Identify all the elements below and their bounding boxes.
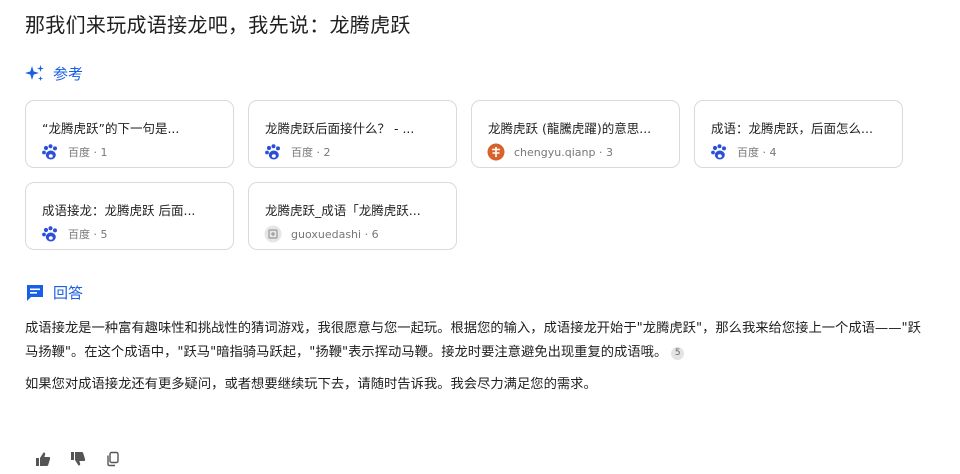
sparkle-icon <box>25 64 45 84</box>
baidu-paw-icon <box>264 143 282 161</box>
reference-source: chengyu.qianp · 3 <box>514 145 613 159</box>
reference-title: 成语：龙腾虎跃，后面怎么... <box>711 121 873 136</box>
reference-title: 龙腾虎跃后面接什么？ - ... <box>265 121 415 136</box>
reference-source: 百度 · 2 <box>291 146 331 159</box>
reference-card-1[interactable]: “龙腾虎跃”的下一句是... 百度 · 1 <box>25 100 234 168</box>
copy-icon[interactable] <box>105 451 121 467</box>
references-title: 参考 <box>53 65 84 83</box>
answer-actions <box>35 451 121 467</box>
answer-chat-icon <box>25 283 45 303</box>
answer-header: 回答 <box>25 282 83 303</box>
reference-title: 龙腾虎跃 (龍騰虎躍)的意思... <box>488 121 652 136</box>
baidu-paw-icon <box>710 143 728 161</box>
baidu-paw-icon <box>41 143 59 161</box>
qianp-logo-icon <box>487 143 505 161</box>
baidu-paw-icon <box>41 225 59 243</box>
thumbs-down-icon[interactable] <box>70 451 86 467</box>
user-question: 那我们来玩成语接龙吧，我先说：龙腾虎跃 <box>25 13 411 37</box>
reference-source: 百度 · 4 <box>737 146 777 159</box>
guoxuedashi-logo-icon <box>264 225 282 243</box>
citation-badge[interactable]: 5 <box>671 346 685 360</box>
reference-title: “龙腾虎跃”的下一句是... <box>42 121 180 136</box>
chat-answer-page: 那我们来玩成语接龙吧，我先说：龙腾虎跃 参考 “龙腾虎跃”的下一句是... 百度… <box>0 0 960 474</box>
answer-paragraph-1: 成语接龙是一种富有趣味性和挑战性的猜词游戏，我很愿意与您一起玩。根据您的输入，成… <box>25 321 921 360</box>
answer-paragraph-2: 如果您对成语接龙还有更多疑问，或者想要继续玩下去，请随时告诉我。我会尽力满足您的… <box>25 377 597 392</box>
reference-source: guoxuedashi · 6 <box>291 227 379 241</box>
reference-card-3[interactable]: 龙腾虎跃 (龍騰虎躍)的意思... chengyu.qianp · 3 <box>471 100 680 168</box>
reference-title: 龙腾虎跃_成语「龙腾虎跃... <box>265 203 421 218</box>
reference-source: 百度 · 1 <box>68 146 108 159</box>
thumbs-up-icon[interactable] <box>35 451 51 467</box>
reference-title: 成语接龙：龙腾虎跃 后面... <box>42 203 196 218</box>
references-header: 参考 <box>25 63 83 84</box>
reference-card-5[interactable]: 成语接龙：龙腾虎跃 后面... 百度 · 5 <box>25 182 234 250</box>
answer-title: 回答 <box>53 284 84 302</box>
reference-card-4[interactable]: 成语：龙腾虎跃，后面怎么... 百度 · 4 <box>694 100 903 168</box>
answer-body: 成语接龙是一种富有趣味性和挑战性的猜词游戏，我很愿意与您一起玩。根据您的输入，成… <box>25 317 930 397</box>
reference-source: 百度 · 5 <box>68 228 108 241</box>
reference-card-2[interactable]: 龙腾虎跃后面接什么？ - ... 百度 · 2 <box>248 100 457 168</box>
reference-card-6[interactable]: 龙腾虎跃_成语「龙腾虎跃... guoxuedashi · 6 <box>248 182 457 250</box>
